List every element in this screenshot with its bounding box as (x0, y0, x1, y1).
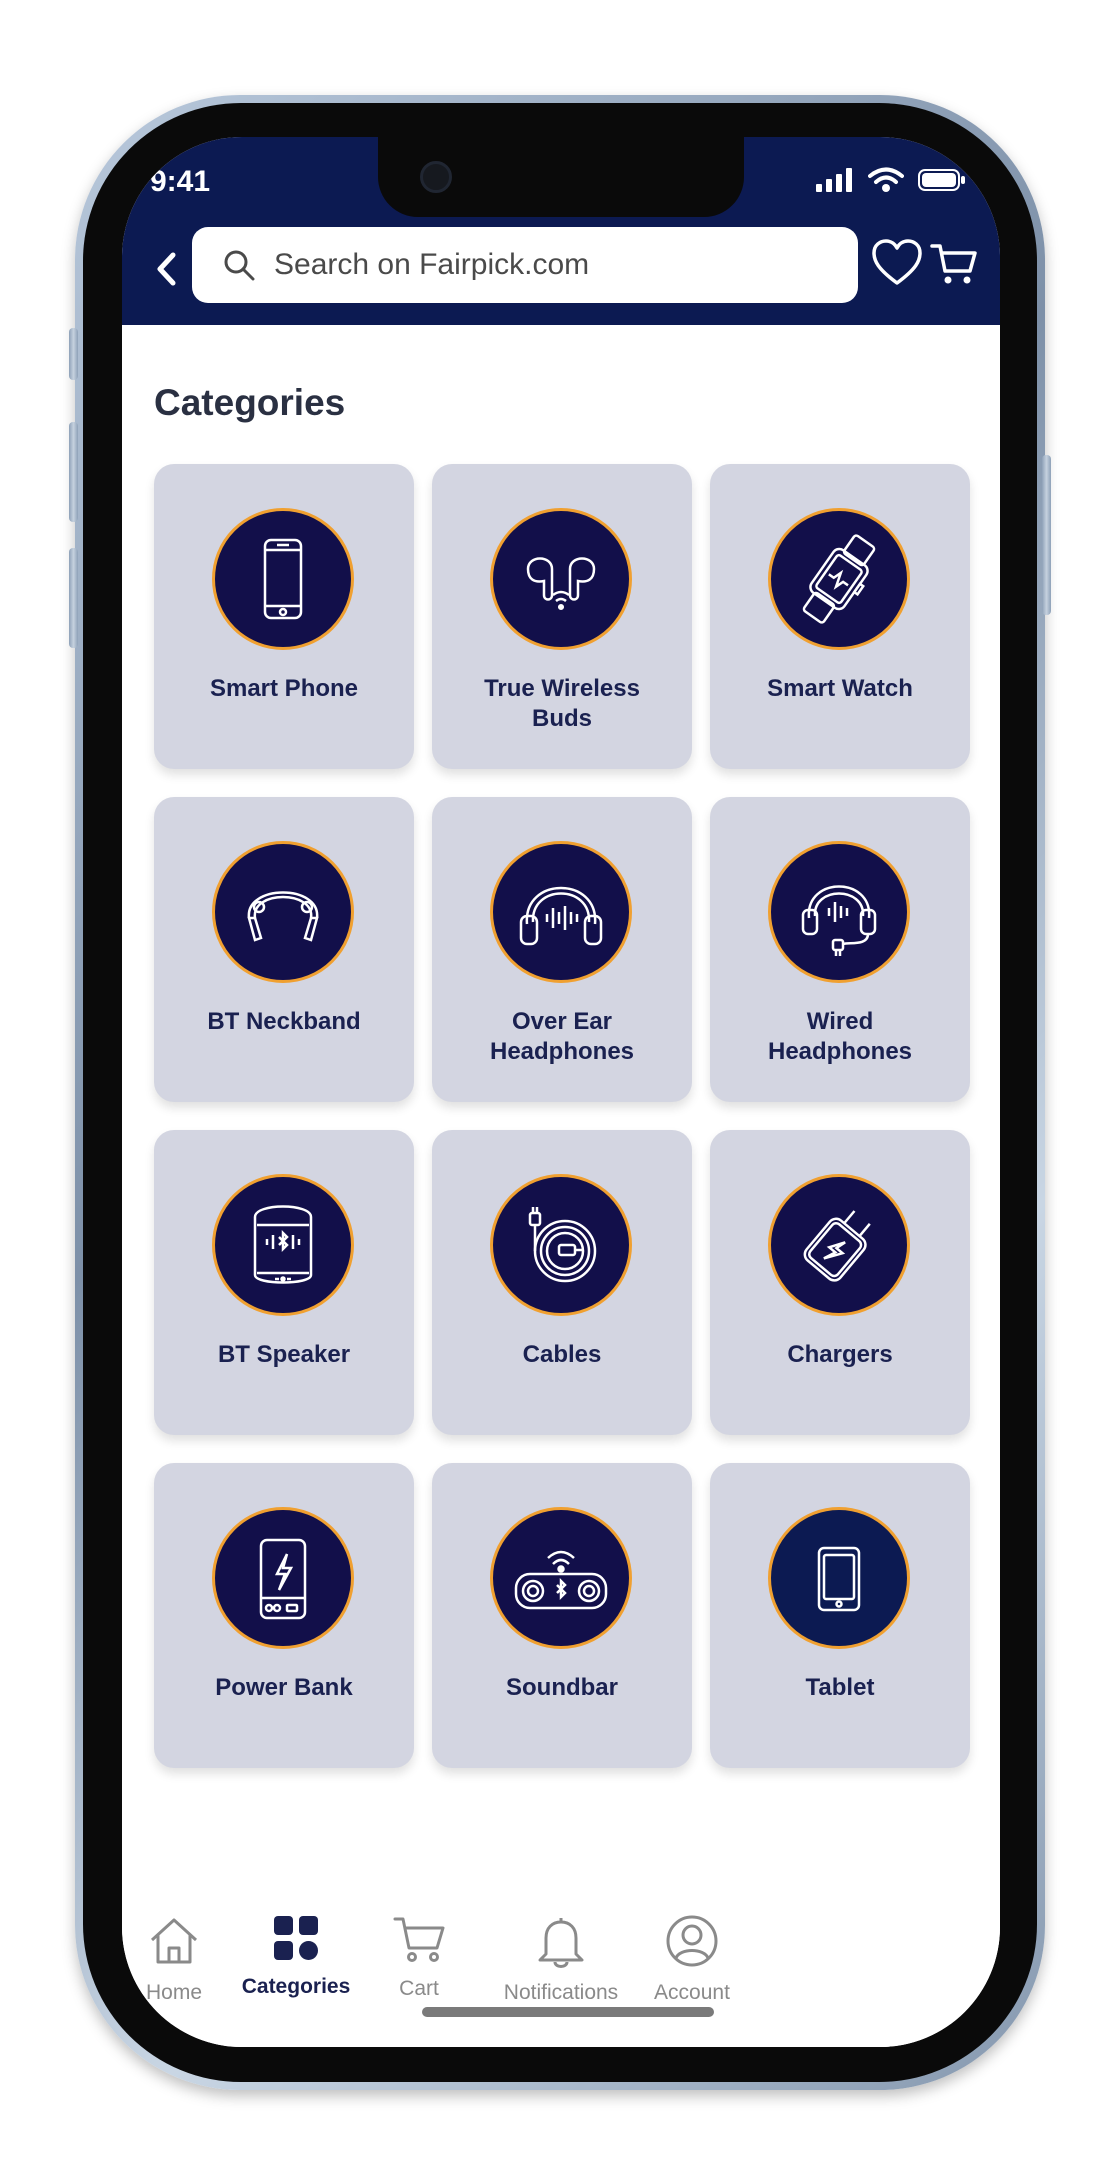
category-label: Power Bank (215, 1674, 353, 1701)
category-card-cables[interactable]: Cables (432, 1130, 692, 1435)
home-indicator (422, 2007, 714, 2017)
smartwatch-icon (768, 508, 910, 650)
category-label: BT Neckband (207, 1008, 361, 1035)
cart-icon (930, 244, 977, 284)
category-card-chargers[interactable]: Chargers (710, 1130, 970, 1435)
speaker-icon (212, 1174, 354, 1316)
chevron-left-icon (157, 252, 176, 286)
bell-icon (538, 1918, 584, 1968)
status-icons (814, 167, 966, 193)
tab-label: Cart (399, 1977, 439, 2000)
search-placeholder: Search on Fairpick.com (274, 248, 590, 281)
wired-headphones-icon (768, 841, 910, 983)
categories-icon (274, 1916, 318, 1960)
soundbar-icon (490, 1507, 632, 1649)
earbuds-icon (490, 508, 632, 650)
home-icon (150, 1918, 198, 1964)
page-title: Categories (154, 382, 346, 423)
category-card-smart-watch[interactable]: Smart Watch (710, 464, 970, 769)
category-label: Chargers (787, 1341, 893, 1368)
wishlist-button[interactable] (872, 239, 922, 287)
category-card-over-ear-headphones[interactable]: Over Ear Headphones (432, 797, 692, 1102)
status-time: 9:41 (150, 165, 211, 198)
back-button[interactable] (144, 241, 188, 297)
account-icon (666, 1915, 718, 1967)
tab-cart[interactable]: Cart (349, 1914, 489, 2001)
category-card-smart-phone[interactable]: Smart Phone (154, 464, 414, 769)
search-input[interactable]: Search on Fairpick.com (192, 227, 858, 303)
category-card-tablet[interactable]: Tablet (710, 1463, 970, 1768)
tab-label: Account (654, 1981, 730, 2004)
cart-icon (393, 1917, 445, 1962)
category-label: Smart Phone (209, 675, 359, 702)
volume-up-button (69, 422, 78, 522)
tab-label: Categories (241, 1975, 351, 1998)
silent-switch (69, 328, 78, 380)
category-card-bt-speaker[interactable]: BT Speaker (154, 1130, 414, 1435)
tab-account[interactable]: Account (622, 1914, 762, 2005)
category-label: Over Ear Headphones (489, 1008, 635, 1065)
power-bank-icon (212, 1507, 354, 1649)
charger-icon (768, 1174, 910, 1316)
category-card-wired-headphones[interactable]: Wired Headphones (710, 797, 970, 1102)
category-card-bt-neckband[interactable]: BT Neckband (154, 797, 414, 1102)
front-camera (420, 161, 452, 193)
headphones-icon (490, 841, 632, 983)
wifi-icon (868, 167, 904, 192)
cable-icon (490, 1174, 632, 1316)
signal-icon (816, 168, 852, 192)
category-card-true-wireless-buds[interactable]: True Wireless Buds (432, 464, 692, 769)
category-label: Soundbar (506, 1674, 618, 1701)
volume-down-button (69, 548, 78, 648)
neckband-icon (212, 841, 354, 983)
power-button (1042, 455, 1051, 615)
cart-button[interactable] (930, 241, 978, 287)
category-label: True Wireless Buds (484, 675, 640, 732)
screen: 9:41 Search on Fairpick.com Categories S… (122, 137, 1000, 2047)
tab-label: Notifications (503, 1981, 619, 2004)
category-label: Wired Headphones (767, 1008, 913, 1065)
tablet-icon (768, 1507, 910, 1649)
category-label: Smart Watch (767, 675, 913, 702)
category-label: BT Speaker (217, 1341, 351, 1368)
tab-notifications[interactable]: Notifications (476, 1914, 646, 2005)
category-card-soundbar[interactable]: Soundbar (432, 1463, 692, 1768)
category-card-power-bank[interactable]: Power Bank (154, 1463, 414, 1768)
heart-icon (872, 239, 922, 285)
tab-categories[interactable]: Categories (226, 1914, 366, 1999)
category-label: Cables (522, 1341, 602, 1368)
search-icon (224, 250, 255, 281)
battery-icon (918, 169, 965, 191)
category-label: Tablet (805, 1674, 875, 1701)
smartphone-icon (212, 508, 354, 650)
